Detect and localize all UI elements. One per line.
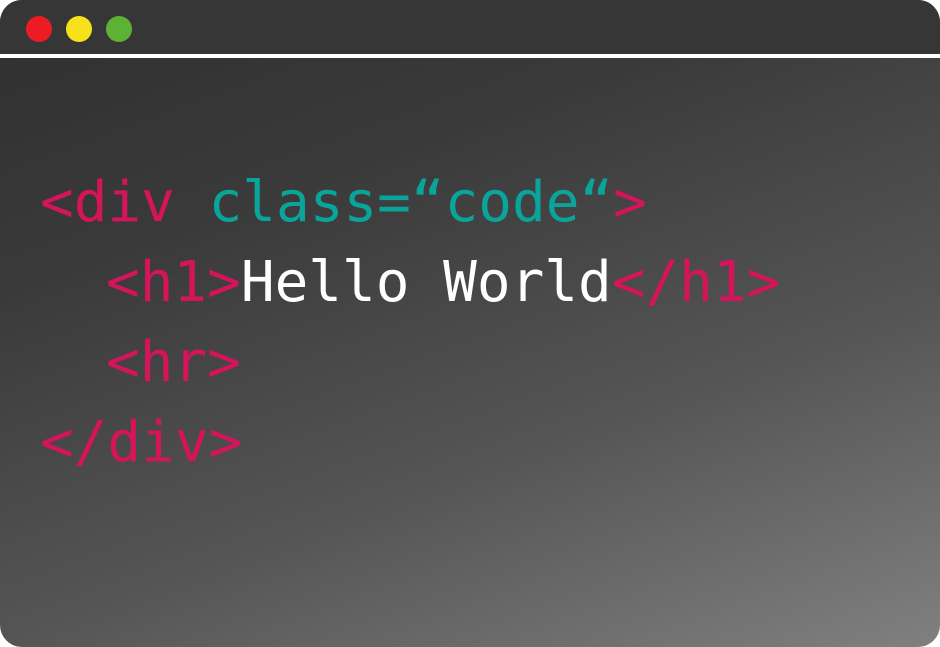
div-open-bracket: >	[613, 170, 647, 235]
h1-text: Hello World	[240, 250, 612, 315]
code-line-h1: <h1>Hello World</h1>	[106, 248, 780, 318]
div-close-tag: </div>	[40, 410, 243, 475]
code-block: <div class=“code“> <h1>Hello World</h1> …	[0, 0, 940, 647]
code-line-hr: <hr>	[106, 328, 241, 398]
h1-open-tag: <h1>	[106, 250, 241, 315]
div-open-tag: <div	[40, 170, 209, 235]
code-line-div-close: </div>	[40, 408, 242, 478]
code-line-div-open: <div class=“code“>	[40, 168, 647, 238]
hr-tag: <hr>	[106, 330, 241, 395]
code-window: <div class=“code“> <h1>Hello World</h1> …	[0, 0, 940, 647]
h1-close-tag: </h1>	[611, 250, 781, 315]
class-attribute: class=“code“	[208, 170, 614, 235]
